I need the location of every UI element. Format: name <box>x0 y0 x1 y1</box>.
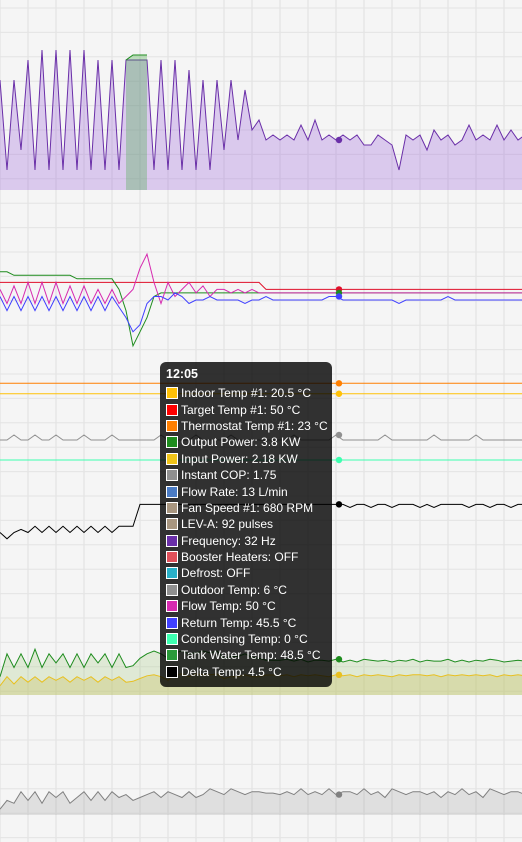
series-line <box>0 292 522 333</box>
tooltip-row-label: Return Temp: 45.5 °C <box>181 615 297 630</box>
tooltip-row-label: Target Temp #1: 50 °C <box>181 402 301 417</box>
tooltip-row: Outdoor Temp: 6 °C <box>166 582 326 598</box>
legend-swatch <box>166 387 178 400</box>
tooltip-row-label: Tank Water Temp: 48.5 °C <box>181 648 321 663</box>
legend-swatch <box>166 633 178 646</box>
tooltip-row: Delta Temp: 4.5 °C <box>166 664 326 680</box>
tooltip-row: Frequency: 32 Hz <box>166 533 326 549</box>
legend-swatch <box>166 518 178 531</box>
tooltip-row-label: Outdoor Temp: 6 °C <box>181 582 287 597</box>
hover-point <box>335 380 343 387</box>
tooltip-row: Condensing Temp: 0 °C <box>166 631 326 647</box>
tooltip-row-label: Output Power: 3.8 KW <box>181 435 301 450</box>
series-area <box>126 55 147 190</box>
tooltip-row: Target Temp #1: 50 °C <box>166 401 326 417</box>
legend-swatch <box>166 452 178 465</box>
tooltip-row: LEV-A: 92 pulses <box>166 516 326 532</box>
tooltip-row: Output Power: 3.8 KW <box>166 434 326 450</box>
tooltip-row: Input Power: 2.18 KW <box>166 451 326 467</box>
legend-swatch <box>166 534 178 547</box>
legend-swatch <box>166 551 178 564</box>
tooltip-row-label: Condensing Temp: 0 °C <box>181 632 308 647</box>
legend-swatch <box>166 436 178 449</box>
tooltip-rows: Indoor Temp #1: 20.5 °C Target Temp #1: 5… <box>166 385 328 680</box>
tooltip-row: Fan Speed #1: 680 RPM <box>166 500 326 516</box>
hover-tooltip: 12:05 Indoor Temp #1: 20.5 °C Target Temp… <box>160 362 332 687</box>
tooltip-row-label: Indoor Temp #1: 20.5 °C <box>181 386 311 401</box>
tooltip-row-label: Instant COP: 1.75 <box>181 468 277 483</box>
tooltip-row: Return Temp: 45.5 °C <box>166 614 326 630</box>
legend-swatch <box>166 501 178 514</box>
tooltip-row-label: Delta Temp: 4.5 °C <box>181 664 282 679</box>
legend-swatch <box>166 600 178 613</box>
tooltip-row: Thermostat Temp #1: 23 °C <box>166 418 328 434</box>
hover-dots <box>335 136 343 798</box>
series-area <box>0 788 522 815</box>
hover-point <box>335 501 343 508</box>
tooltip-row-label: Fan Speed #1: 680 RPM <box>181 500 314 515</box>
tooltip-row: Indoor Temp #1: 20.5 °C <box>166 385 326 401</box>
tooltip-row-label: Flow Temp: 50 °C <box>181 599 276 614</box>
legend-swatch <box>166 485 178 498</box>
series-area <box>0 50 522 190</box>
tooltip-row: Flow Temp: 50 °C <box>166 598 326 614</box>
tooltip-row: Booster Heaters: OFF <box>166 549 326 565</box>
hover-point <box>335 136 343 144</box>
tooltip-row: Flow Rate: 13 L/min <box>166 483 326 499</box>
series-line <box>0 281 522 290</box>
tooltip-title: 12:05 <box>166 367 198 381</box>
hover-point <box>335 656 343 663</box>
tooltip-row-label: Thermostat Temp #1: 23 °C <box>181 418 328 433</box>
tooltip-row-label: Defrost: OFF <box>181 566 251 581</box>
tooltip-row: Defrost: OFF <box>166 565 326 581</box>
tooltip-row-label: Input Power: 2.18 KW <box>181 451 298 466</box>
legend-swatch <box>166 665 178 678</box>
hover-point <box>335 431 343 439</box>
tooltip-row-label: Frequency: 32 Hz <box>181 533 276 548</box>
hover-point <box>335 791 343 798</box>
legend-swatch <box>166 567 178 580</box>
hover-point <box>335 390 343 397</box>
legend-swatch <box>166 616 178 629</box>
legend-swatch <box>166 403 178 416</box>
hover-point <box>335 671 343 679</box>
tooltip-row: Tank Water Temp: 48.5 °C <box>166 647 326 663</box>
hover-point <box>335 293 343 300</box>
hover-point <box>335 456 343 464</box>
legend-swatch <box>166 583 178 596</box>
tooltip-row: Instant COP: 1.75 <box>166 467 326 483</box>
tooltip-row-label: Flow Rate: 13 L/min <box>181 484 288 499</box>
legend-swatch <box>166 419 178 432</box>
tooltip-row-label: LEV-A: 92 pulses <box>181 517 274 532</box>
legend-swatch <box>166 649 178 662</box>
legend-swatch <box>166 469 178 482</box>
tooltip-row-label: Booster Heaters: OFF <box>181 550 299 565</box>
